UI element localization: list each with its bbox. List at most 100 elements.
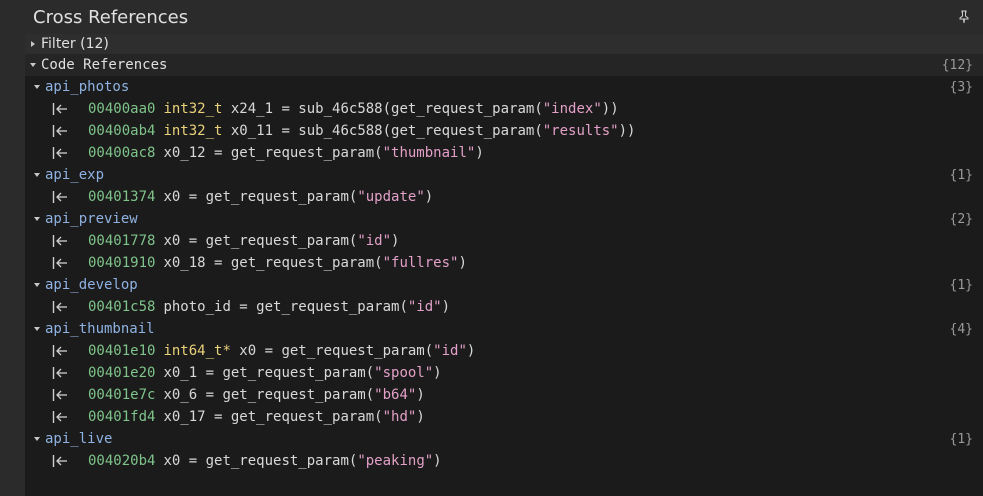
chevron-down-icon[interactable] (29, 281, 45, 289)
references-tree: Filter (12) Code References {12} api_pho… (25, 34, 983, 496)
code-string: "index" (542, 101, 602, 117)
code-type: int32_t (163, 123, 223, 139)
code-string: "hd" (382, 409, 417, 425)
incoming-arrow-icon (52, 388, 88, 402)
code-text: x24_1 = sub_46c588(get_request_param( (222, 101, 543, 117)
reference-row[interactable]: 00401e7c x0_6 = get_request_param("b64") (25, 384, 983, 406)
function-name: api_photos (45, 79, 130, 95)
reference-row[interactable]: 00401e10 int64_t* x0 = get_request_param(… (25, 340, 983, 362)
code-tail: ) (458, 255, 467, 271)
function-name: api_develop (45, 277, 138, 293)
address: 00401e20 (88, 365, 156, 381)
function-group[interactable]: api_develop {1} (25, 274, 983, 296)
reference-row[interactable]: 00400ac8 x0_12 = get_request_param("thumb… (25, 142, 983, 164)
reference-row[interactable]: 00400aa0 int32_t x24_1 = sub_46c588(get_r… (25, 98, 983, 120)
reference-row[interactable]: 00400ab4 int32_t x0_11 = sub_46c588(get_r… (25, 120, 983, 142)
code-string: "update" (357, 189, 425, 205)
chevron-down-icon[interactable] (29, 435, 45, 443)
function-group[interactable]: api_exp {1} (25, 164, 983, 186)
code-text: x0_18 = get_request_param( (163, 255, 383, 271)
code-string: "thumbnail" (382, 145, 476, 161)
function-name: api_exp (45, 167, 105, 183)
code-text: x0 = get_request_param( (230, 343, 434, 359)
filter-row[interactable]: Filter (12) (25, 34, 983, 54)
code-string: "results" (542, 123, 619, 139)
incoming-arrow-icon (52, 256, 88, 270)
incoming-arrow-icon (52, 234, 88, 248)
reference-row[interactable]: 00401374 x0 = get_request_param("update") (25, 186, 983, 208)
incoming-arrow-icon (52, 146, 88, 160)
address: 00400ab4 (88, 123, 156, 139)
code-text: x0_17 = get_request_param( (163, 409, 383, 425)
code-string: "spool" (374, 365, 434, 381)
address: 00401374 (88, 189, 156, 205)
code-tail: ) (416, 387, 425, 403)
code-text: x0 = get_request_param( (163, 189, 358, 205)
function-group[interactable]: api_photos {3} (25, 76, 983, 98)
chevron-down-icon[interactable] (29, 325, 45, 333)
code-text: x0 = get_request_param( (163, 453, 358, 469)
address: 00401778 (88, 233, 156, 249)
code-text: x0 = get_request_param( (163, 233, 358, 249)
code-type: int64_t* (163, 343, 231, 359)
reference-row[interactable]: 004020b4 x0 = get_request_param("peaking"… (25, 450, 983, 472)
code-tail: ) (424, 189, 434, 205)
code-tail: ) (433, 365, 442, 381)
function-name: api_thumbnail (45, 321, 155, 337)
chevron-down-icon[interactable] (29, 83, 45, 91)
reference-row[interactable]: 00401e20 x0_1 = get_request_param("spool"… (25, 362, 983, 384)
reference-row[interactable]: 00401910 x0_18 = get_request_param("fullr… (25, 252, 983, 274)
code-tail: ) (466, 343, 476, 359)
code-references-label: Code References (41, 57, 168, 73)
panel-title: Cross References (33, 6, 189, 28)
address: 00400aa0 (88, 101, 156, 117)
function-group[interactable]: api_live {1} (25, 428, 983, 450)
code-string: "id" (433, 343, 467, 359)
function-group[interactable]: api_thumbnail {4} (25, 318, 983, 340)
function-name: api_live (45, 431, 113, 447)
code-tail: )) (601, 101, 619, 117)
code-tail: ) (433, 453, 442, 469)
function-ref-count: {3} (949, 79, 973, 95)
function-group[interactable]: api_preview {2} (25, 208, 983, 230)
chevron-down-icon[interactable] (25, 61, 41, 69)
chevron-right-icon[interactable] (25, 40, 41, 48)
function-ref-count: {1} (949, 167, 973, 183)
incoming-arrow-icon (52, 454, 88, 468)
code-text: x0_6 = get_request_param( (163, 387, 375, 403)
reference-groups: api_photos {3} 00400aa0 int32_t x24_1 = sub… (25, 76, 983, 472)
scrollbar[interactable] (979, 76, 983, 496)
reference-row[interactable]: 00401fd4 x0_17 = get_request_param("hd") (25, 406, 983, 428)
code-text: x0_11 = sub_46c588(get_request_param( (222, 123, 543, 139)
code-tail: ) (416, 409, 425, 425)
address: 00401e10 (88, 343, 156, 359)
code-string: "peaking" (357, 453, 434, 469)
incoming-arrow-icon (52, 344, 88, 358)
function-ref-count: {2} (949, 211, 973, 227)
pin-icon[interactable] (955, 8, 973, 26)
reference-row[interactable]: 00401c58 photo_id = get_request_param("id… (25, 296, 983, 318)
incoming-arrow-icon (52, 366, 88, 380)
address: 00401fd4 (88, 409, 156, 425)
function-name: api_preview (45, 211, 138, 227)
code-string: "b64" (374, 387, 417, 403)
code-tail: ) (441, 299, 451, 315)
code-text: x0_12 = get_request_param( (163, 145, 383, 161)
code-tail: ) (475, 145, 484, 161)
cross-references-panel: Cross References Filter (12) Code Refere… (0, 0, 983, 496)
chevron-down-icon[interactable] (29, 215, 45, 223)
incoming-arrow-icon (52, 102, 88, 116)
code-references-header[interactable]: Code References {12} (25, 54, 983, 76)
address: 00401910 (88, 255, 156, 271)
code-tail: )) (618, 123, 636, 139)
incoming-arrow-icon (52, 410, 88, 424)
incoming-arrow-icon (52, 300, 88, 314)
address: 00401c58 (88, 299, 156, 315)
reference-row[interactable]: 00401778 x0 = get_request_param("id") (25, 230, 983, 252)
code-string: "id" (407, 299, 442, 315)
code-text: photo_id = get_request_param( (163, 299, 408, 315)
incoming-arrow-icon (52, 124, 88, 138)
chevron-down-icon[interactable] (29, 171, 45, 179)
title-bar: Cross References (0, 0, 983, 34)
address: 00401e7c (88, 387, 156, 403)
